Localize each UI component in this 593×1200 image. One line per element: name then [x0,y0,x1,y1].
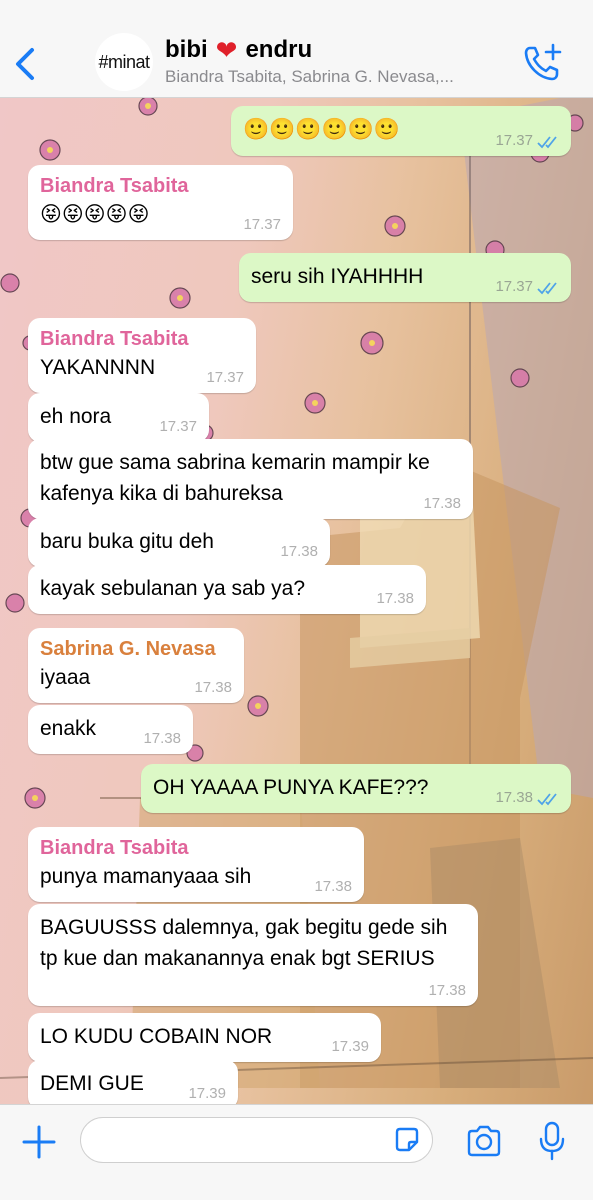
message-text: baru buka gitu deh [40,530,214,553]
incoming-message[interactable]: btw gue sama sabrina kemarin mampir ke k… [28,439,473,519]
chevron-left-icon[interactable] [10,44,40,84]
message-time: 17.37 [159,418,197,435]
chat-area[interactable]: 🙂🙂🙂🙂🙂🙂 17.37 Biandra Tsabita 😝😝😝😝😝 17.37 seru… [0,98,593,1104]
message-time: 17.38 [376,590,414,607]
incoming-message[interactable]: eh nora 17.37 [28,393,209,442]
read-receipt-icon [537,136,557,149]
message-text: punya mamanyaaa sih [40,865,252,888]
message-time: 17.38 [280,543,318,560]
group-members-subtitle[interactable]: Biandra Tsabita, Sabrina G. Nevasa,... [165,67,454,87]
group-title[interactable]: bibi ❤ endru [165,36,312,64]
incoming-message[interactable]: LO KUDU COBAIN NOR 17.39 [28,1013,381,1062]
outgoing-message[interactable]: 🙂🙂🙂🙂🙂🙂 17.37 [231,106,571,156]
message-time: 17.38 [143,730,181,747]
plus-icon[interactable] [22,1125,56,1159]
chat-header: #minat bibi ❤ endru Biandra Tsabita, Sab… [0,0,593,98]
message-time: 17.38 [495,789,533,806]
message-time: 17.37 [495,278,533,295]
sticker-icon[interactable] [393,1126,421,1154]
incoming-message[interactable]: BAGUUSSS dalemnya, gak begitu gede sih t… [28,904,478,1006]
incoming-message[interactable]: Biandra Tsabita YAKANNNN 17.37 [28,318,256,393]
incoming-message[interactable]: kayak sebulanan ya sab ya? 17.38 [28,565,426,614]
message-text: LO KUDU COBAIN NOR [40,1025,273,1048]
outgoing-message[interactable]: seru sih IYAHHHH 17.37 [239,253,571,302]
add-call-icon[interactable] [522,42,564,84]
message-time: 17.38 [423,495,461,512]
message-time: 17.38 [314,878,352,895]
message-text: BAGUUSSS dalemnya, gak begitu gede sih t… [40,916,448,970]
microphone-icon[interactable] [537,1121,567,1161]
heart-icon: ❤ [215,35,238,65]
message-time: 17.39 [188,1085,226,1102]
read-receipt-icon [537,282,557,295]
incoming-message[interactable]: Sabrina G. Nevasa iyaaa 17.38 [28,628,244,703]
sender-name[interactable]: Biandra Tsabita [40,173,281,199]
message-time: 17.37 [206,369,244,386]
sender-name[interactable]: Sabrina G. Nevasa [40,636,232,662]
incoming-message[interactable]: DEMI GUE 17.39 [28,1060,238,1104]
message-input-bar [0,1104,593,1200]
title-left: bibi [165,36,208,63]
message-time: 17.37 [243,216,281,233]
sender-name[interactable]: Biandra Tsabita [40,835,352,861]
message-time: 17.38 [428,982,466,999]
message-time: 17.38 [194,679,232,696]
message-input[interactable] [80,1117,433,1163]
incoming-message[interactable]: Biandra Tsabita 😝😝😝😝😝 17.37 [28,165,293,240]
message-time: 17.39 [331,1038,369,1055]
message-time: 17.37 [495,132,533,149]
incoming-message[interactable]: Biandra Tsabita punya mamanyaaa sih 17.38 [28,827,364,902]
camera-icon[interactable] [466,1125,502,1157]
message-text: btw gue sama sabrina kemarin mampir ke k… [40,451,430,505]
incoming-message[interactable]: baru buka gitu deh 17.38 [28,518,330,567]
message-text: kayak sebulanan ya sab ya? [40,577,306,600]
title-right: endru [245,36,313,63]
outgoing-message[interactable]: OH YAAAA PUNYA KAFE??? 17.38 [141,764,571,813]
sender-name[interactable]: Biandra Tsabita [40,326,244,352]
incoming-message[interactable]: enakk 17.38 [28,705,193,754]
group-avatar[interactable]: #minat [95,33,153,91]
read-receipt-icon [537,793,557,806]
